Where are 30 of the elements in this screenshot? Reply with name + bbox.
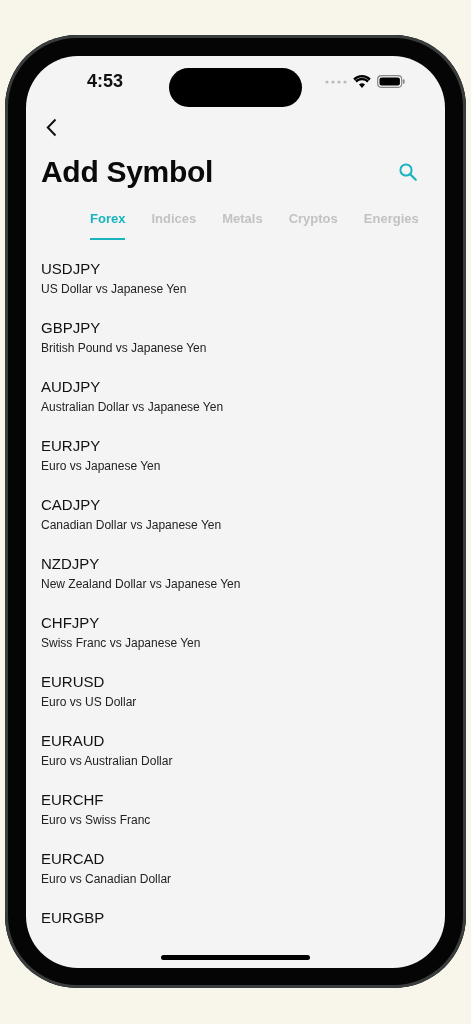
symbol-name[interactable]: CADJPY — [41, 496, 445, 513]
symbol-name[interactable]: CHFJPY — [41, 614, 445, 631]
page-title: Add Symbol — [41, 155, 213, 189]
wifi-icon — [353, 75, 371, 89]
symbol-name[interactable]: EURJPY — [41, 437, 445, 454]
symbol-name[interactable]: EURCAD — [41, 850, 445, 867]
symbol-name[interactable]: EURCHF — [41, 791, 445, 808]
symbol-name[interactable]: USDJPY — [41, 260, 445, 277]
signal-dots-icon — [325, 79, 347, 84]
symbol-name[interactable]: EURGBP — [41, 909, 445, 926]
symbol-name[interactable]: EURAUD — [41, 732, 445, 749]
symbol-description: Euro vs Japanese Yen — [41, 459, 162, 473]
symbol-description: Euro vs US Dollar — [41, 695, 138, 709]
symbol-description: Australian Dollar vs Japanese Yen — [41, 400, 225, 414]
symbol-name[interactable]: AUDJPY — [41, 378, 445, 395]
symbol-name[interactable]: NZDJPY — [41, 555, 445, 572]
symbol-description: Euro vs Australian Dollar — [41, 754, 174, 768]
status-time: 4:53 — [87, 71, 124, 93]
symbol-description: Euro vs Canadian Dollar — [41, 872, 173, 886]
back-chevron-icon — [46, 117, 57, 137]
symbol-name[interactable]: GBPJPY — [41, 319, 445, 336]
symbol-description: New Zealand Dollar vs Japanese Yen — [41, 577, 242, 591]
symbol-name[interactable]: EURUSD — [41, 673, 445, 690]
symbol-description: Swiss Franc vs Japanese Yen — [41, 636, 202, 650]
symbol-description: Euro vs Swiss Franc — [41, 813, 152, 827]
symbol-description: British Pound vs Japanese Yen — [41, 341, 208, 355]
battery-icon — [377, 75, 405, 89]
symbol-description: Canadian Dollar vs Japanese Yen — [41, 518, 223, 532]
symbol-description: US Dollar vs Japanese Yen — [41, 282, 188, 296]
search-icon — [399, 163, 417, 181]
